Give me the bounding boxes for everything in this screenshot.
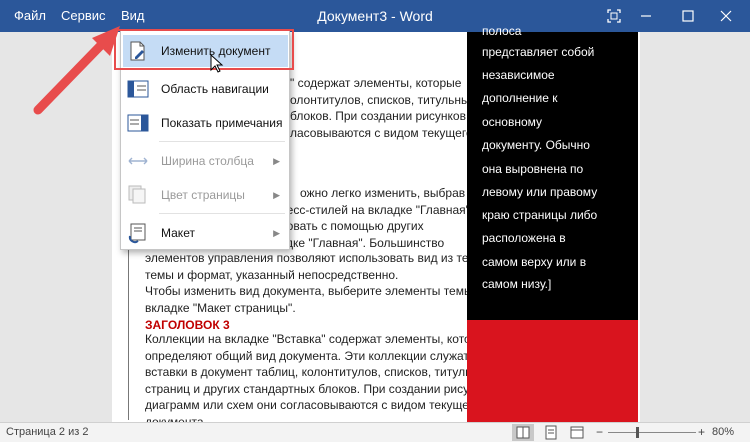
zoom-slider-thumb[interactable] — [636, 427, 639, 438]
print-layout-icon — [545, 425, 557, 440]
zoom-level[interactable]: 80% — [712, 426, 734, 438]
mouse-cursor-icon — [210, 54, 224, 73]
zoom-out-button[interactable]: − — [596, 425, 603, 439]
doc-paragraph-3: Чтобы изменить вид документа, выберите э… — [145, 284, 490, 315]
chevron-right-icon: ▶ — [273, 227, 280, 238]
page-color-icon — [123, 179, 153, 211]
menu-item-layout[interactable]: Макет ▶ — [123, 217, 288, 249]
menu-item-column-width[interactable]: Ширина столбца ▶ — [123, 145, 288, 177]
read-mode-icon — [516, 426, 530, 439]
minimize-icon — [641, 15, 651, 17]
zoom-slider[interactable] — [608, 432, 696, 433]
maximize-icon — [682, 10, 694, 22]
zoom-in-button[interactable]: + — [698, 425, 705, 439]
view-read-mode-button[interactable] — [512, 424, 534, 441]
menu-separator — [159, 141, 285, 142]
view-print-layout-button[interactable] — [540, 424, 562, 441]
maximize-button[interactable] — [668, 0, 708, 32]
focus-icon — [607, 9, 621, 23]
annotation-arrow-icon — [33, 26, 120, 115]
layout-icon — [123, 217, 153, 249]
menu-item-navigation-pane[interactable]: Область навигации — [123, 73, 288, 105]
chevron-right-icon: ▶ — [273, 189, 280, 200]
page-count: Страница 2 из 2 — [6, 426, 89, 438]
page-margin-line — [128, 240, 129, 420]
close-button[interactable] — [706, 0, 746, 32]
minimize-button[interactable] — [626, 0, 666, 32]
doc-paragraph-1: " содержат элементы, которые олонтитулов,… — [290, 76, 476, 140]
doc-paragraph-2-end: элементов управления позволяют использов… — [145, 251, 503, 282]
menu-item-page-color[interactable]: Цвет страницы ▶ — [123, 179, 288, 211]
close-icon — [720, 10, 732, 22]
column-width-icon — [123, 145, 153, 177]
status-bar: Страница 2 из 2 − + 80% — [0, 422, 750, 442]
sidebar-panel-red — [467, 320, 638, 422]
doc-paragraph-4: Коллекции на вкладке "Вставка" содержат … — [145, 332, 498, 429]
web-layout-icon — [570, 426, 584, 439]
chevron-right-icon: ▶ — [273, 155, 280, 166]
menu-item-show-comments[interactable]: Показать примечания — [123, 107, 288, 139]
annotation-highlight-box — [114, 29, 294, 70]
doc-heading-3: ЗАГОЛОВОК 3 — [145, 318, 230, 332]
view-web-layout-button[interactable] — [566, 424, 588, 441]
menu-separator — [159, 213, 285, 214]
